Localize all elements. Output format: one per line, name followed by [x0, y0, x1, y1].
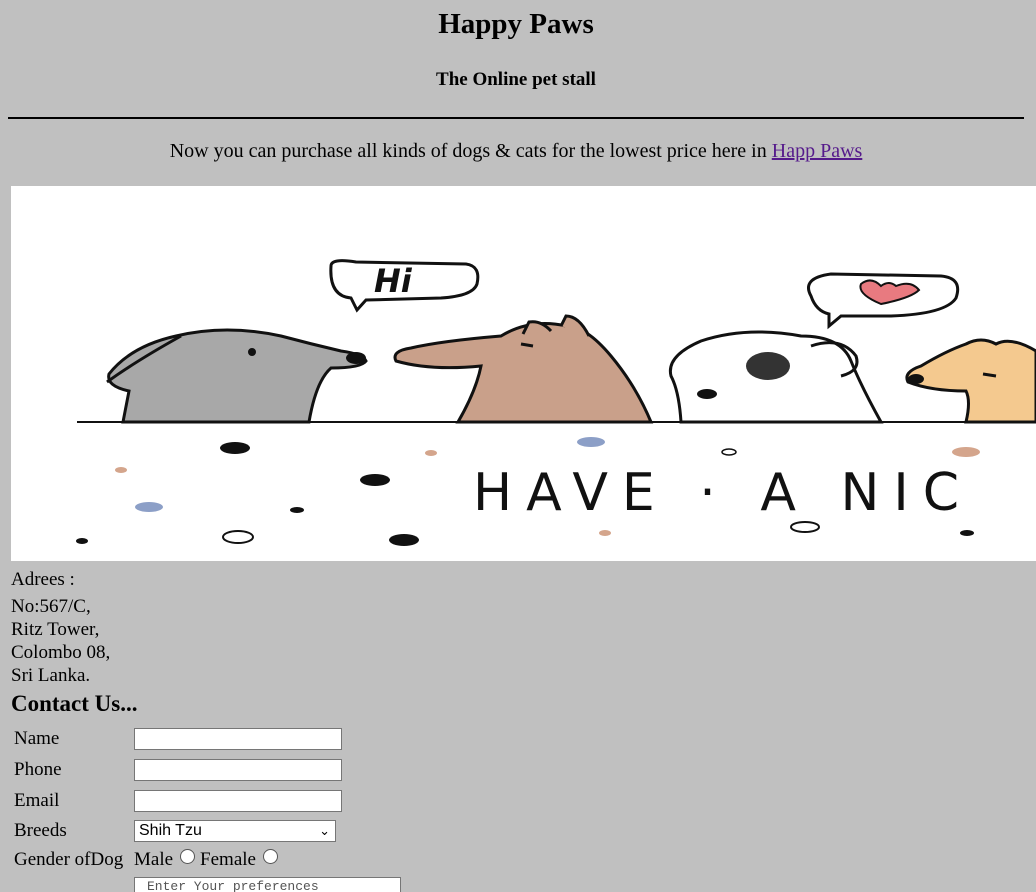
breeds-select[interactable]: Shih Tzu ⌄: [134, 820, 336, 842]
name-input[interactable]: [134, 728, 342, 750]
intro-text: Now you can purchase all kinds of dogs &…: [169, 140, 772, 162]
gender-label: Gender ofDog: [14, 849, 124, 870]
orange-dog: [905, 338, 1036, 424]
gender-row: Gender ofDog Male Female: [14, 849, 334, 873]
female-radio[interactable]: [262, 849, 278, 864]
breeds-label: Breeds: [14, 820, 67, 841]
address-line: Colombo 08,: [11, 642, 111, 663]
site-subtitle: The Online pet stall: [436, 69, 596, 90]
address-line: No:567/C,: [11, 596, 91, 617]
female-label: Female: [200, 849, 256, 870]
gray-dog: [107, 328, 368, 424]
speech-hi-text: Hi: [374, 262, 413, 300]
intro-paragraph: Now you can purchase all kinds of dogs &…: [0, 140, 1032, 163]
happy-paws-link[interactable]: Happ Paws: [772, 140, 863, 162]
email-input[interactable]: [134, 790, 342, 812]
contact-heading: Contact Us...: [11, 691, 138, 716]
horizontal-rule: [8, 117, 1024, 119]
banner-image: Hi HAVE · A NIC: [11, 186, 1036, 561]
breeds-selected-value: Shih Tzu: [139, 822, 202, 839]
gender-options: Male Female: [134, 849, 283, 871]
site-title: Happy Paws: [438, 8, 594, 40]
address-line: Ritz Tower,: [11, 619, 100, 640]
chevron-down-icon: ⌄: [319, 823, 330, 838]
phone-label: Phone: [14, 759, 62, 780]
male-radio[interactable]: [180, 849, 196, 864]
phone-input[interactable]: [134, 759, 342, 781]
address-line: Sri Lanka.: [11, 665, 91, 686]
name-label: Name: [14, 728, 60, 749]
address-block: Adrees : No:567/C, Ritz Tower, Colombo 0…: [11, 568, 110, 687]
male-label: Male: [134, 849, 174, 870]
banner-slogan: HAVE · A NIC: [473, 463, 973, 523]
page: Happy Paws The Online pet stall Now you …: [0, 0, 1036, 892]
tan-dog: [393, 322, 654, 424]
dogs-illustration: Hi HAVE · A NIC: [76, 259, 1036, 546]
preferences-textarea[interactable]: Enter Your preferences: [134, 877, 401, 892]
address-label: Adrees :: [11, 569, 75, 590]
email-label: Email: [14, 790, 60, 811]
